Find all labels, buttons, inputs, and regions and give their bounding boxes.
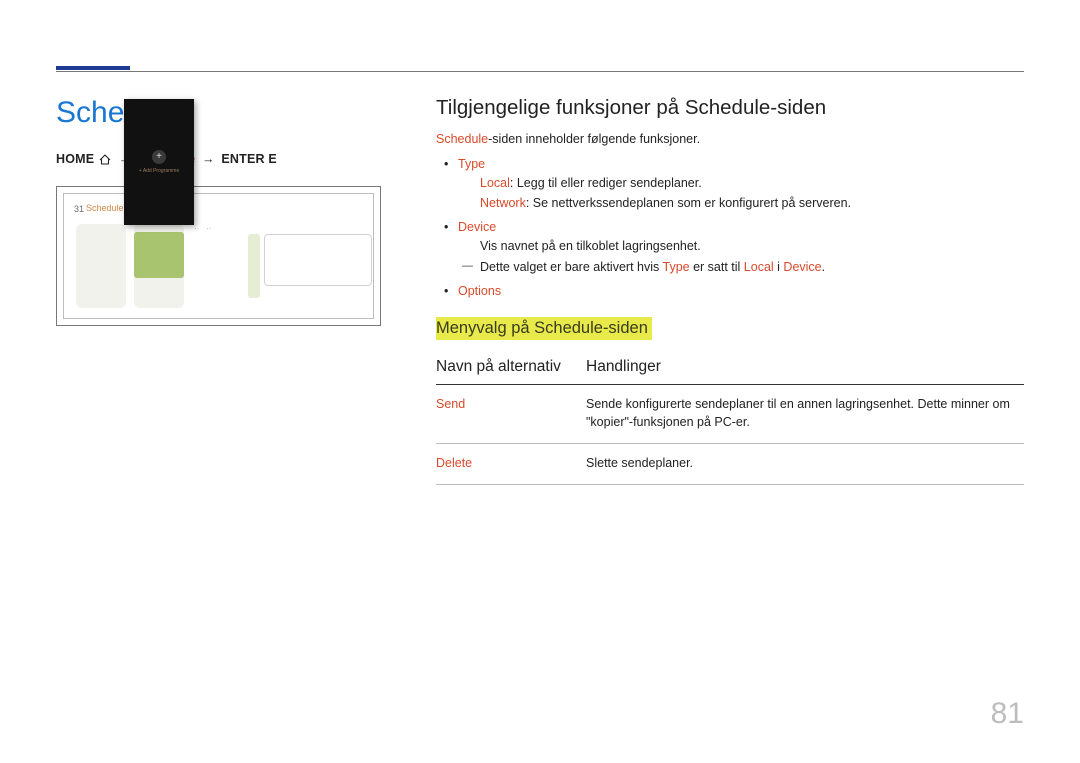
type-network-line: Network: Se nettverkssendeplanen som er … [458, 194, 1024, 213]
table-row: Delete Slette sendeplaner. [436, 444, 1024, 485]
option-action: Sende konfigurerte sendeplaner til en an… [586, 385, 1024, 444]
type-local-line: Local: Legg til eller rediger sendeplane… [458, 174, 1024, 193]
table-header-row: Navn på alternativ Handlinger [436, 352, 1024, 385]
dots-icon: ·· [206, 224, 211, 233]
home-icon [98, 154, 112, 168]
top-divider [56, 71, 1024, 72]
schedule-event-slim [248, 234, 260, 298]
breadcrumb-home: HOME [56, 152, 94, 166]
two-column-layout: Schedule HOME → Schedule → ENTER E 31 Sc… [56, 96, 1024, 485]
feature-options: Options [436, 281, 1024, 301]
note-mid: er satt til [690, 260, 744, 274]
device-note: Dette valget er bare aktivert hvis Type … [458, 258, 1024, 277]
feature-type: Type Local: Legg til eller rediger sende… [436, 154, 1024, 213]
feature-type-label: Type [458, 157, 485, 171]
feature-device: Device Vis navnet på en tilkoblet lagrin… [436, 217, 1024, 277]
options-table: Navn på alternativ Handlinger Send Sende… [436, 352, 1024, 485]
type-network-label: Network [480, 196, 526, 210]
tv-day-number: 31 [74, 204, 84, 214]
schedule-column [76, 224, 126, 308]
feature-options-label: Options [458, 284, 501, 298]
manual-page: Schedule HOME → Schedule → ENTER E 31 Sc… [0, 0, 1080, 763]
page-number: 81 [991, 697, 1024, 731]
option-name: Delete [436, 444, 586, 485]
schedule-preview-box [264, 234, 372, 286]
sub-heading-highlight: Menyvalg på Schedule-siden [436, 317, 652, 340]
title-underline [56, 66, 130, 70]
type-local-label: Local [480, 176, 510, 190]
term-schedule: Schedule [436, 132, 488, 146]
note-type: Type [663, 260, 690, 274]
arrow-icon: → [202, 152, 215, 166]
intro-paragraph: Schedule-siden inneholder følgende funks… [436, 130, 1024, 148]
add-programme-label: + Add Programme [139, 168, 179, 174]
page-title: Schedule [56, 96, 408, 130]
schedule-event-block [134, 232, 184, 278]
feature-device-label: Device [458, 220, 496, 234]
breadcrumb-enter: ENTER E [221, 152, 277, 166]
table-row: Send Sende konfigurerte sendeplaner til … [436, 385, 1024, 444]
breadcrumb: HOME → Schedule → ENTER E [56, 152, 408, 168]
tv-screen-frame: 31 Schedule ·· ·· [56, 186, 381, 326]
remote-popup: + + Add Programme [124, 99, 194, 225]
note-device: Device [783, 260, 821, 274]
tv-day-label: Schedule [86, 203, 124, 213]
note-before: Dette valget er bare aktivert hvis [480, 260, 663, 274]
tv-illustration: 31 Schedule ·· ·· + + Add Programme [56, 186, 381, 326]
right-column: Tilgjengelige funksjoner på Schedule-sid… [436, 96, 1024, 485]
note-i: i [774, 260, 784, 274]
intro-text: -siden inneholder følgende funksjoner. [488, 132, 700, 146]
type-local-text: : Legg til eller rediger sendeplaner. [510, 176, 702, 190]
note-dot: . [822, 260, 825, 274]
table-header-name: Navn på alternativ [436, 352, 586, 385]
device-text: Vis navnet på en tilkoblet lagringsenhet… [458, 237, 1024, 256]
left-column: Schedule HOME → Schedule → ENTER E 31 Sc… [56, 96, 436, 485]
tv-screen: 31 Schedule ·· ·· [63, 193, 374, 319]
type-network-text: : Se nettverkssendeplanen som er konfigu… [526, 196, 851, 210]
note-local: Local [744, 260, 774, 274]
dots-icon: ·· [194, 224, 199, 233]
feature-list: Type Local: Legg til eller rediger sende… [436, 154, 1024, 301]
table-header-action: Handlinger [586, 352, 1024, 385]
option-name: Send [436, 385, 586, 444]
option-action: Slette sendeplaner. [586, 444, 1024, 485]
section-heading: Tilgjengelige funksjoner på Schedule-sid… [436, 96, 1024, 120]
plus-icon: + [152, 150, 166, 164]
